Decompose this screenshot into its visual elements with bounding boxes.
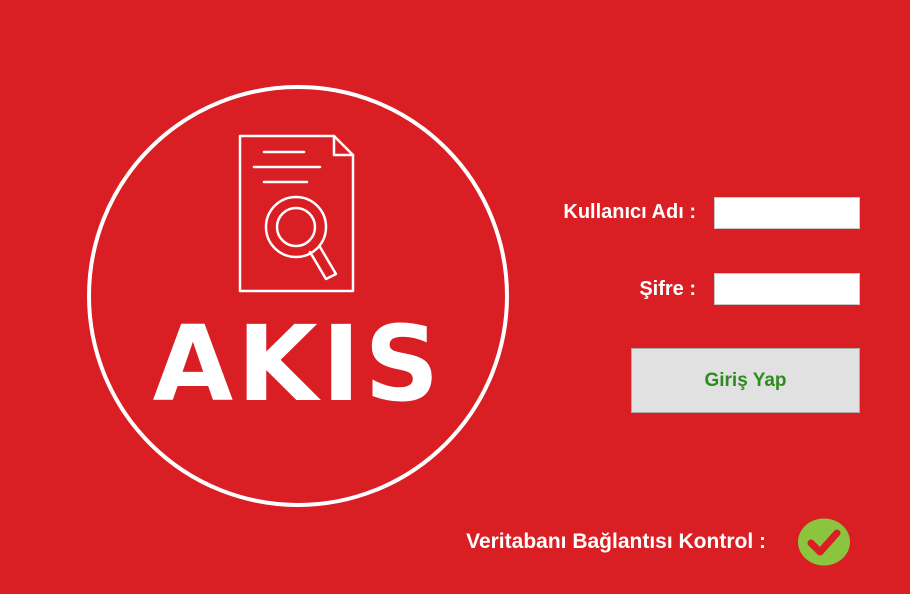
username-field[interactable] — [714, 197, 860, 229]
password-label: Şifre : — [639, 278, 696, 300]
check-circle-icon — [797, 518, 851, 566]
login-button[interactable]: Giriş Yap — [631, 348, 860, 413]
brand-name: AKIS — [152, 303, 444, 425]
document-search-icon — [238, 134, 355, 293]
password-field[interactable] — [714, 273, 860, 305]
db-connection-label: Veritabanı Bağlantısı Kontrol : — [466, 530, 766, 553]
app-logo: AKIS — [86, 84, 510, 508]
username-label: Kullanıcı Adı : — [563, 201, 696, 223]
